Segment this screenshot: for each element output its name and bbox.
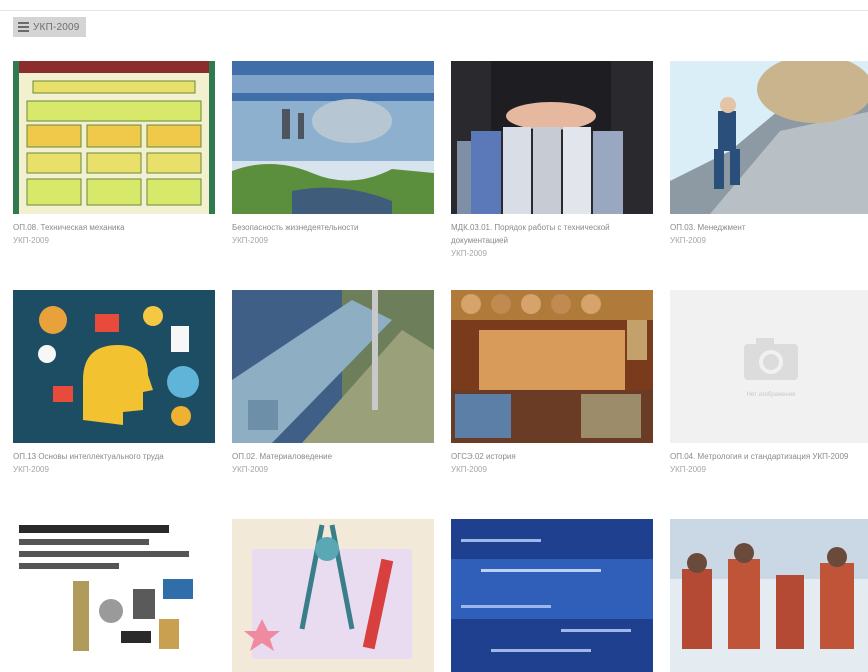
course-thumbnail[interactable] — [670, 519, 868, 672]
course-group: УКП-2009 — [451, 249, 487, 258]
top-divider — [0, 10, 868, 11]
group-tag-label: УКП-2009 — [33, 21, 80, 33]
course-thumbnail[interactable] — [232, 519, 434, 672]
course-thumbnail-placeholder[interactable]: Нет изображения — [670, 290, 868, 443]
course-thumbnail[interactable] — [232, 290, 434, 443]
camera-icon — [744, 338, 798, 380]
course-group: УКП-2009 — [670, 236, 706, 245]
course-group: УКП-2009 — [232, 236, 268, 245]
course-group: УКП-2009 — [232, 465, 268, 474]
course-thumbnail[interactable] — [232, 61, 434, 214]
course-thumbnail[interactable] — [451, 519, 653, 672]
course-thumbnail[interactable] — [13, 290, 215, 443]
course-title[interactable]: МДК.03.01. Порядок работы с технической … — [451, 221, 653, 247]
list-icon — [18, 22, 29, 32]
course-thumbnail[interactable] — [13, 519, 215, 672]
group-tag[interactable]: УКП-2009 — [13, 17, 86, 37]
course-thumbnail[interactable] — [670, 61, 868, 214]
course-title[interactable]: ОП.03. Менеджмент — [670, 221, 868, 234]
course-thumbnail[interactable] — [13, 61, 215, 214]
course-title[interactable]: ОП.02. Материаловедение — [232, 450, 434, 463]
course-group: УКП-2009 — [13, 236, 49, 245]
no-image-text: Нет изображения — [747, 392, 796, 398]
course-title[interactable]: Безопасность жизнедеятельности — [232, 221, 434, 234]
course-group: УКП-2009 — [13, 465, 49, 474]
course-group: УКП-2009 — [670, 465, 706, 474]
course-thumbnail[interactable] — [451, 290, 653, 443]
course-group: УКП-2009 — [451, 465, 487, 474]
course-title[interactable]: ОП.13 Основы интеллектуального труда — [13, 450, 215, 463]
course-title[interactable]: ОП.08. Техническая механика — [13, 221, 215, 234]
course-title[interactable]: ОП.04. Метрология и стандартизация УКП-2… — [670, 450, 868, 463]
course-thumbnail[interactable] — [451, 61, 653, 214]
course-title[interactable]: ОГСЭ.02 история — [451, 450, 653, 463]
